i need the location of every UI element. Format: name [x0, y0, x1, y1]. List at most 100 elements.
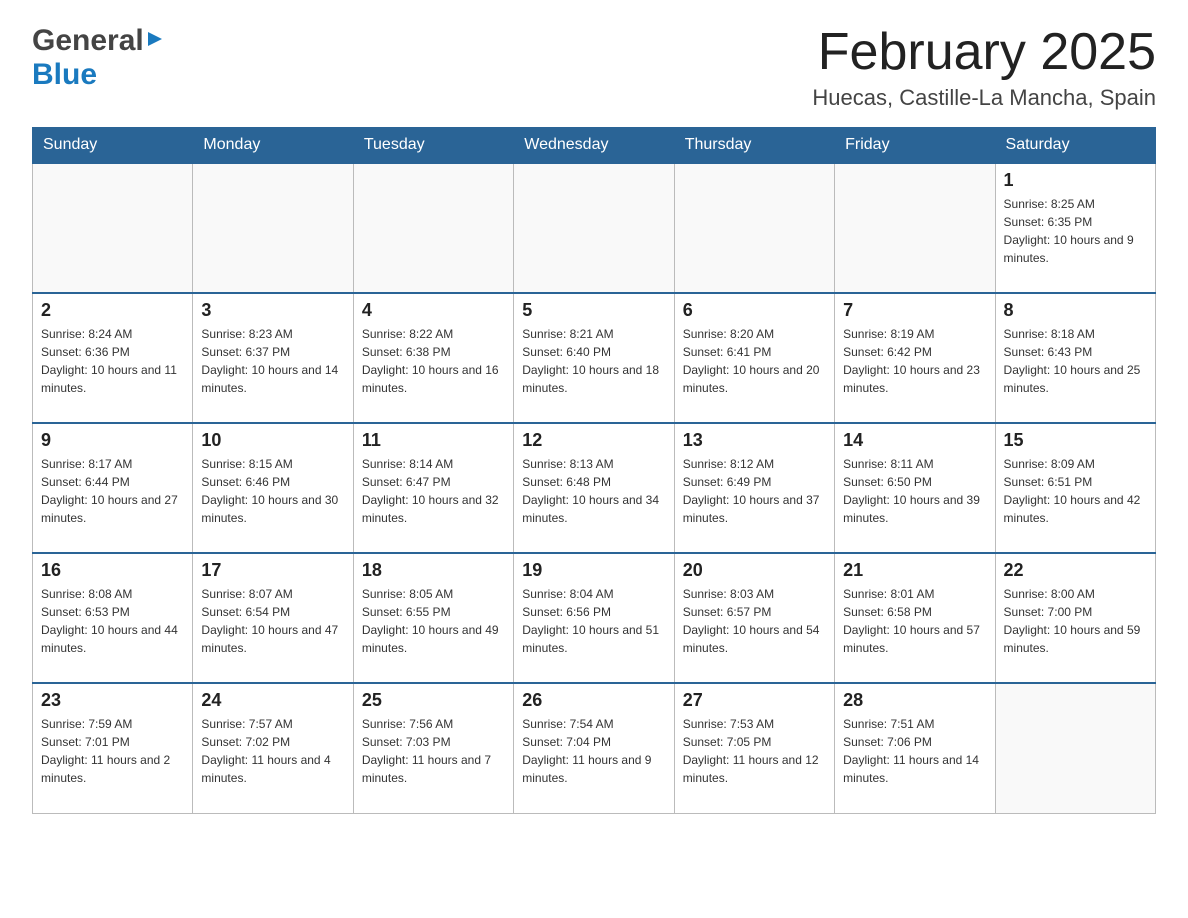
day-info: Sunrise: 8:07 AM Sunset: 6:54 PM Dayligh… — [201, 585, 344, 657]
calendar-cell — [33, 163, 193, 293]
day-info: Sunrise: 8:23 AM Sunset: 6:37 PM Dayligh… — [201, 325, 344, 397]
calendar-cell: 6Sunrise: 8:20 AM Sunset: 6:41 PM Daylig… — [674, 293, 834, 423]
day-number: 8 — [1004, 300, 1147, 321]
calendar-cell: 28 Sunrise: 7:51 AM Sunset: 7:06 PM Dayli… — [835, 683, 995, 813]
day-number: 3 — [201, 300, 344, 321]
day-info: Sunrise: 8:17 AM Sunset: 6:44 PM Dayligh… — [41, 455, 184, 527]
calendar-header-row: SundayMondayTuesdayWednesdayThursdayFrid… — [33, 128, 1156, 164]
day-info: Sunrise: 8:22 AM Sunset: 6:38 PM Dayligh… — [362, 325, 505, 397]
day-info: Sunrise: 8:00 AM Sunset: 7:00 PM Dayligh… — [1004, 585, 1147, 657]
calendar-week-row: 9Sunrise: 8:17 AM Sunset: 6:44 PM Daylig… — [33, 423, 1156, 553]
calendar-header-wednesday: Wednesday — [514, 128, 674, 164]
day-info: Sunrise: 8:18 AM Sunset: 6:43 PM Dayligh… — [1004, 325, 1147, 397]
calendar-header-monday: Monday — [193, 128, 353, 164]
day-info: Sunrise: 8:20 AM Sunset: 6:41 PM Dayligh… — [683, 325, 826, 397]
calendar-cell: 9Sunrise: 8:17 AM Sunset: 6:44 PM Daylig… — [33, 423, 193, 553]
calendar-cell: 16 Sunrise: 8:08 AM Sunset: 6:53 PM Dayli… — [33, 553, 193, 683]
day-number: 1 — [1004, 170, 1147, 191]
day-info: Sunrise: 8:11 AM Sunset: 6:50 PM Dayligh… — [843, 455, 986, 527]
calendar-cell: 19 Sunrise: 8:04 AM Sunset: 6:56 PM Dayli… — [514, 553, 674, 683]
day-info: Sunrise: 8:04 AM Sunset: 6:56 PM Dayligh… — [522, 585, 665, 657]
day-info: Sunrise: 7:57 AM Sunset: 7:02 PM Dayligh… — [201, 715, 344, 787]
day-info: Sunrise: 7:51 AM Sunset: 7:06 PM Dayligh… — [843, 715, 986, 787]
day-info: Sunrise: 8:19 AM Sunset: 6:42 PM Dayligh… — [843, 325, 986, 397]
day-number: 27 — [683, 690, 826, 711]
calendar-week-row: 16 Sunrise: 8:08 AM Sunset: 6:53 PM Dayli… — [33, 553, 1156, 683]
calendar-cell: 18 Sunrise: 8:05 AM Sunset: 6:55 PM Dayli… — [353, 553, 513, 683]
day-number: 14 — [843, 430, 986, 451]
calendar-cell: 21Sunrise: 8:01 AM Sunset: 6:58 PM Dayli… — [835, 553, 995, 683]
day-number: 26 — [522, 690, 665, 711]
calendar-header-thursday: Thursday — [674, 128, 834, 164]
day-info: Sunrise: 8:13 AM Sunset: 6:48 PM Dayligh… — [522, 455, 665, 527]
day-info: Sunrise: 8:09 AM Sunset: 6:51 PM Dayligh… — [1004, 455, 1147, 527]
day-number: 12 — [522, 430, 665, 451]
calendar-week-row: 1 Sunrise: 8:25 AM Sunset: 6:35 PM Daylig… — [33, 163, 1156, 293]
day-number: 11 — [362, 430, 505, 451]
logo-arrow-icon — [146, 30, 164, 53]
calendar-cell: 11 Sunrise: 8:14 AM Sunset: 6:47 PM Dayli… — [353, 423, 513, 553]
calendar-cell: 27 Sunrise: 7:53 AM Sunset: 7:05 PM Dayli… — [674, 683, 834, 813]
day-number: 5 — [522, 300, 665, 321]
day-info: Sunrise: 7:56 AM Sunset: 7:03 PM Dayligh… — [362, 715, 505, 787]
calendar-cell: 24 Sunrise: 7:57 AM Sunset: 7:02 PM Dayli… — [193, 683, 353, 813]
day-number: 28 — [843, 690, 986, 711]
calendar-cell: 13 Sunrise: 8:12 AM Sunset: 6:49 PM Dayli… — [674, 423, 834, 553]
calendar-cell — [193, 163, 353, 293]
logo-blue-text: Blue — [32, 58, 97, 91]
day-number: 15 — [1004, 430, 1147, 451]
calendar-cell: 7Sunrise: 8:19 AM Sunset: 6:42 PM Daylig… — [835, 293, 995, 423]
calendar-cell: 8 Sunrise: 8:18 AM Sunset: 6:43 PM Daylig… — [995, 293, 1155, 423]
calendar-cell: 2 Sunrise: 8:24 AM Sunset: 6:36 PM Daylig… — [33, 293, 193, 423]
day-info: Sunrise: 8:24 AM Sunset: 6:36 PM Dayligh… — [41, 325, 184, 397]
day-info: Sunrise: 8:12 AM Sunset: 6:49 PM Dayligh… — [683, 455, 826, 527]
day-info: Sunrise: 8:05 AM Sunset: 6:55 PM Dayligh… — [362, 585, 505, 657]
calendar-cell: 10Sunrise: 8:15 AM Sunset: 6:46 PM Dayli… — [193, 423, 353, 553]
header: General Blue February 2025 Huecas, Casti… — [32, 24, 1156, 111]
calendar-header-sunday: Sunday — [33, 128, 193, 164]
day-number: 2 — [41, 300, 184, 321]
day-number: 4 — [362, 300, 505, 321]
day-number: 24 — [201, 690, 344, 711]
day-info: Sunrise: 8:21 AM Sunset: 6:40 PM Dayligh… — [522, 325, 665, 397]
calendar-cell: 17 Sunrise: 8:07 AM Sunset: 6:54 PM Dayli… — [193, 553, 353, 683]
calendar-cell — [995, 683, 1155, 813]
calendar-cell: 15 Sunrise: 8:09 AM Sunset: 6:51 PM Dayli… — [995, 423, 1155, 553]
calendar-cell — [835, 163, 995, 293]
calendar-cell: 4 Sunrise: 8:22 AM Sunset: 6:38 PM Daylig… — [353, 293, 513, 423]
calendar-header-friday: Friday — [835, 128, 995, 164]
logo: General Blue — [32, 24, 164, 92]
day-number: 13 — [683, 430, 826, 451]
day-info: Sunrise: 8:08 AM Sunset: 6:53 PM Dayligh… — [41, 585, 184, 657]
calendar-cell — [353, 163, 513, 293]
day-number: 17 — [201, 560, 344, 581]
day-number: 25 — [362, 690, 505, 711]
month-title: February 2025 — [812, 24, 1156, 81]
calendar-table: SundayMondayTuesdayWednesdayThursdayFrid… — [32, 127, 1156, 814]
day-info: Sunrise: 7:53 AM Sunset: 7:05 PM Dayligh… — [683, 715, 826, 787]
day-number: 16 — [41, 560, 184, 581]
day-number: 19 — [522, 560, 665, 581]
logo-general-text: General — [32, 24, 144, 58]
day-number: 20 — [683, 560, 826, 581]
calendar-header-saturday: Saturday — [995, 128, 1155, 164]
calendar-week-row: 23 Sunrise: 7:59 AM Sunset: 7:01 PM Dayli… — [33, 683, 1156, 813]
day-info: Sunrise: 8:14 AM Sunset: 6:47 PM Dayligh… — [362, 455, 505, 527]
title-section: February 2025 Huecas, Castille-La Mancha… — [812, 24, 1156, 111]
calendar-week-row: 2 Sunrise: 8:24 AM Sunset: 6:36 PM Daylig… — [33, 293, 1156, 423]
calendar-cell — [514, 163, 674, 293]
location-title: Huecas, Castille-La Mancha, Spain — [812, 85, 1156, 111]
day-number: 23 — [41, 690, 184, 711]
calendar-cell: 26 Sunrise: 7:54 AM Sunset: 7:04 PM Dayli… — [514, 683, 674, 813]
calendar-cell: 25 Sunrise: 7:56 AM Sunset: 7:03 PM Dayli… — [353, 683, 513, 813]
day-info: Sunrise: 8:03 AM Sunset: 6:57 PM Dayligh… — [683, 585, 826, 657]
day-info: Sunrise: 8:01 AM Sunset: 6:58 PM Dayligh… — [843, 585, 986, 657]
calendar-cell: 14 Sunrise: 8:11 AM Sunset: 6:50 PM Dayli… — [835, 423, 995, 553]
day-info: Sunrise: 7:54 AM Sunset: 7:04 PM Dayligh… — [522, 715, 665, 787]
calendar-cell: 12 Sunrise: 8:13 AM Sunset: 6:48 PM Dayli… — [514, 423, 674, 553]
day-info: Sunrise: 7:59 AM Sunset: 7:01 PM Dayligh… — [41, 715, 184, 787]
day-info: Sunrise: 8:25 AM Sunset: 6:35 PM Dayligh… — [1004, 195, 1147, 267]
calendar-cell: 1 Sunrise: 8:25 AM Sunset: 6:35 PM Daylig… — [995, 163, 1155, 293]
day-number: 18 — [362, 560, 505, 581]
calendar-cell: 5 Sunrise: 8:21 AM Sunset: 6:40 PM Daylig… — [514, 293, 674, 423]
